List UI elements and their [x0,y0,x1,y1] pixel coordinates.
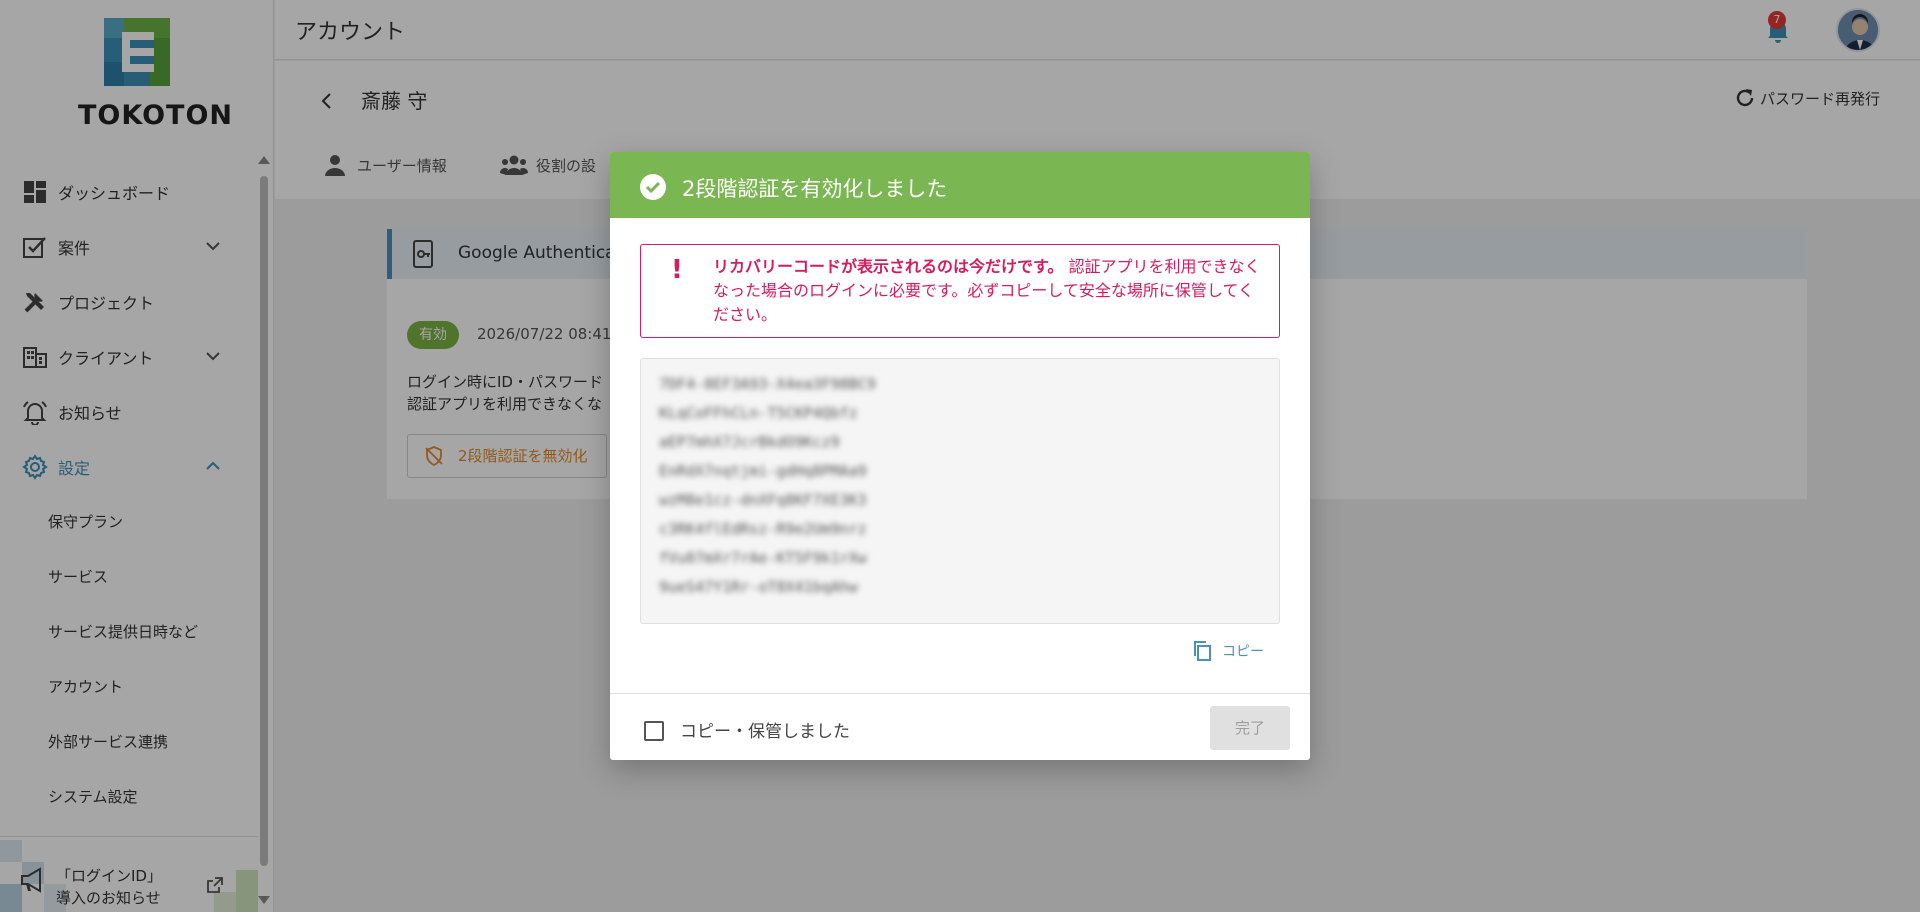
recovery-code: 7DF4-8EF3A93-X4ea3F98BC9 [659,375,876,393]
copy-codes-button[interactable]: コピー [1192,640,1264,662]
recovery-code: wzM8e1cz-dnXFq8KF7XE3K3 [659,491,867,509]
recovery-code-list: 7DF4-8EF3A93-X4ea3F98BC9 KLqCoFFhCLn-T5C… [659,375,876,607]
recovery-codes-dialog: 2段階認証を有効化しました ! リカバリーコードが表示されるのは今だけです。 認… [610,152,1310,760]
recovery-codes-box: 7DF4-8EF3A93-X4ea3F98BC9 KLqCoFFhCLn-T5C… [640,358,1280,624]
dialog-title: 2段階認証を有効化しました [682,177,948,201]
copy-label: コピー [1222,644,1264,660]
dialog-divider [610,693,1310,694]
recovery-code: fVu07mXr7rAe-KT5F9k1rXw [659,549,867,567]
recovery-warning: ! リカバリーコードが表示されるのは今だけです。 認証アプリを利用できなくなった… [640,244,1280,338]
saved-confirmation-label[interactable]: コピー・保管しました [680,717,850,742]
warning-bold-text: リカバリーコードが表示されるのは今だけです。 [713,257,1064,276]
recovery-code: 9ueS47Y1Rr-oT8X41bqAhw [659,578,858,596]
exclamation-icon: ! [671,255,683,285]
recovery-code: aEP7mhX7JcrBkdO9Kcz9 [659,433,840,451]
recovery-code: KLqCoFFhCLn-T5CKP4Qbfz [659,404,858,422]
copy-icon [1194,641,1211,661]
recovery-code: c3RK4flEdRsz-R9e2Um9nrz [659,520,867,538]
dialog-header: 2段階認証を有効化しました [610,152,1310,218]
recovery-code: EnRdX7nqtjmi-gdHq8PMAa9 [659,462,867,480]
warning-text: リカバリーコードが表示されるのは今だけです。 認証アプリを利用できなくなった場合… [713,255,1263,327]
saved-confirmation-checkbox[interactable] [644,721,664,741]
done-button[interactable]: 完了 [1210,706,1290,750]
check-circle-icon [640,174,666,200]
